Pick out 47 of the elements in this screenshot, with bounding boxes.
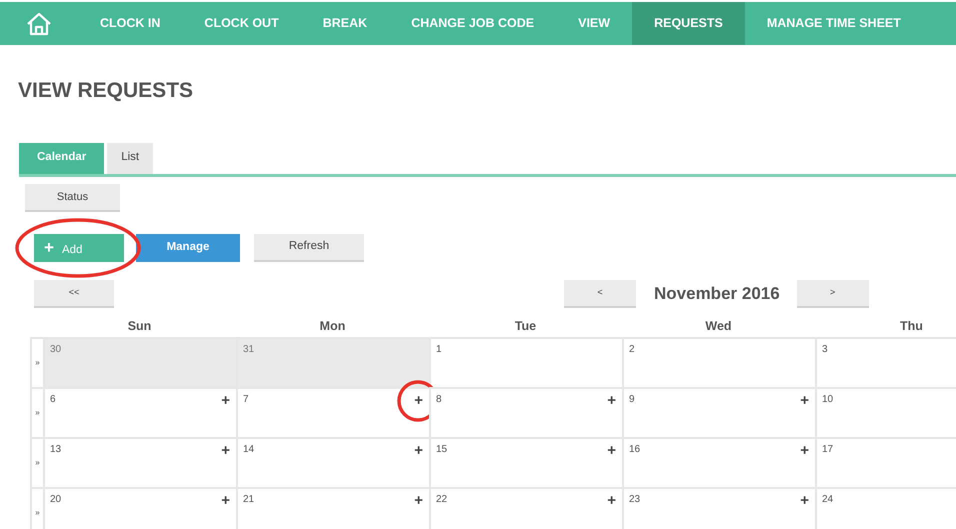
day-number: 2 (629, 344, 635, 355)
previous-button[interactable]: < (564, 280, 636, 308)
page-title: VIEW REQUESTS (18, 78, 194, 104)
add-icon[interactable]: + (414, 392, 423, 408)
day-number: 13 (50, 444, 62, 455)
weekday-header: Tue (514, 318, 538, 335)
day-number: 21 (243, 494, 254, 505)
day-number: 10 (822, 394, 834, 405)
add-icon[interactable]: + (414, 442, 423, 458)
day-number: 24 (822, 494, 834, 505)
refresh-button[interactable]: Refresh (254, 234, 364, 262)
add-icon[interactable]: + (221, 442, 230, 458)
weekday-header: Wed (704, 318, 733, 335)
add-icon[interactable]: + (607, 392, 616, 408)
weekday-header: Thu (899, 318, 924, 335)
day-number: 14 (243, 444, 254, 455)
day-number: 31 (243, 344, 254, 355)
day-number: 20 (50, 494, 62, 505)
day-number: 3 (822, 344, 828, 355)
add-icon[interactable]: + (800, 392, 809, 408)
add-icon[interactable]: + (607, 492, 616, 508)
plus-icon: + (44, 238, 54, 257)
day-number: 16 (629, 444, 640, 455)
next-button[interactable]: > (796, 280, 869, 308)
add-icon[interactable]: + (607, 442, 616, 458)
day-number: 9 (629, 394, 635, 405)
add-icon[interactable]: + (221, 492, 230, 508)
day-number: 7 (243, 394, 249, 405)
month-title: November 2016 (654, 283, 780, 305)
add-icon[interactable]: + (414, 492, 423, 508)
day-number: 15 (436, 444, 448, 455)
add-icon[interactable]: + (800, 442, 809, 458)
status-dropdown[interactable]: Status (25, 184, 120, 212)
day-number: 23 (629, 494, 640, 505)
day-number: 22 (436, 494, 448, 505)
tab[interactable]: List (107, 142, 154, 174)
day-number: 6 (50, 394, 56, 405)
add-icon[interactable]: + (800, 492, 809, 508)
back-button[interactable]: << (34, 280, 114, 308)
day-number: 1 (436, 344, 442, 355)
home-icon (26, 12, 52, 36)
weekday-header: Sun (126, 318, 152, 335)
day-number: 8 (436, 394, 442, 405)
day-number: 17 (822, 444, 834, 455)
weekday-header: Mon (318, 318, 346, 335)
add-icon[interactable]: + (221, 392, 230, 408)
day-number: 30 (50, 344, 62, 355)
